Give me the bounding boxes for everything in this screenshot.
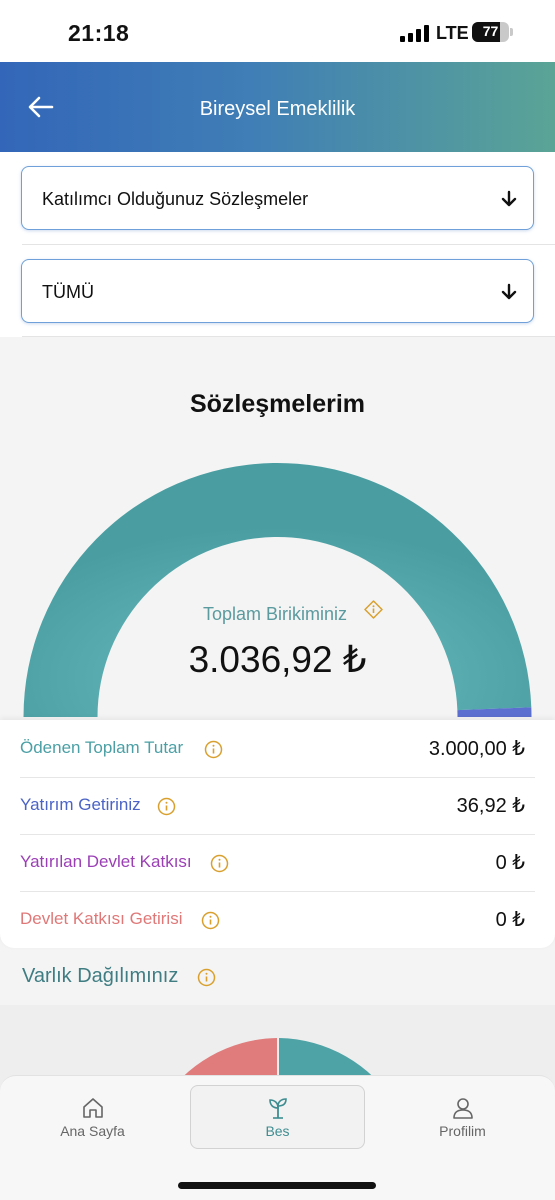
info-icon[interactable] xyxy=(201,911,220,930)
info-icon[interactable] xyxy=(210,854,229,873)
sprout-icon xyxy=(268,1098,287,1119)
battery-percent: 77 xyxy=(482,23,499,39)
filter-area: Katılımcı Olduğunuz Sözleşmeler TÜMÜ xyxy=(0,152,555,337)
nav-label-home: Ana Sayfa xyxy=(60,1123,125,1139)
home-indicator xyxy=(178,1182,376,1189)
section-title: Sözleşmelerim xyxy=(189,390,366,418)
scope-select[interactable]: TÜMÜ xyxy=(21,259,534,323)
nav-item-profile[interactable]: Profilim xyxy=(390,1076,535,1148)
user-icon xyxy=(452,1098,473,1119)
info-icon[interactable] xyxy=(157,797,176,816)
battery-tip xyxy=(510,28,513,36)
breakdown-row-paid: Ödenen Toplam Tutar 3.000,00 ₺ xyxy=(20,720,535,777)
contract-type-select[interactable]: Katılımcı Olduğunuz Sözleşmeler xyxy=(21,166,534,230)
page-title: Bireysel Emeklilik xyxy=(199,98,356,120)
paid-total-label: Ödenen Toplam Tutar xyxy=(20,738,184,757)
total-savings-label: Toplam Birikiminiz xyxy=(203,604,348,624)
info-icon[interactable] xyxy=(364,600,383,619)
nav-item-bes[interactable]: Bes xyxy=(205,1076,350,1148)
investment-return-value: 36,92 ₺ xyxy=(456,795,525,817)
arrow-down-icon xyxy=(501,283,517,300)
total-savings-value: 3.036,92 ₺ xyxy=(188,639,367,680)
breakdown-row-return: Yatırım Getiriniz 36,92 ₺ xyxy=(20,777,535,834)
app-header: Bireysel Emeklilik xyxy=(0,62,555,152)
nav-item-home[interactable]: Ana Sayfa xyxy=(20,1076,165,1148)
breakdown-card: Ödenen Toplam Tutar 3.000,00 ₺ Yatırım G… xyxy=(0,720,555,948)
breakdown-row-state-contribution: Yatırılan Devlet Katkısı 0 ₺ xyxy=(20,834,535,891)
contract-type-value: Katılımcı Olduğunuz Sözleşmeler xyxy=(42,189,309,209)
info-icon[interactable] xyxy=(204,740,223,759)
nav-label-profile: Profilim xyxy=(439,1123,486,1139)
breakdown-row-state-return: Devlet Katkısı Getirisi 0 ₺ xyxy=(20,891,535,948)
filter-divider xyxy=(22,244,555,245)
info-icon[interactable] xyxy=(197,968,216,987)
state-contribution-return-label: Devlet Katkısı Getirisi xyxy=(20,909,183,928)
signal-icon xyxy=(400,25,430,42)
state-contribution-label: Yatırılan Devlet Katkısı xyxy=(20,852,192,871)
nav-label-bes: Bes xyxy=(265,1123,290,1139)
paid-total-value: 3.000,00 ₺ xyxy=(428,738,525,760)
arrow-down-icon xyxy=(501,190,517,207)
status-time: 21:18 xyxy=(68,20,130,46)
status-bar: 21:18 LTE 77 xyxy=(0,0,555,62)
scope-value: TÜMÜ xyxy=(42,282,94,302)
battery-icon: 77 xyxy=(472,22,509,42)
filter-divider xyxy=(22,336,555,337)
investment-return-label: Yatırım Getiriniz xyxy=(20,795,141,814)
network-label: LTE xyxy=(436,23,469,43)
home-icon xyxy=(82,1098,103,1118)
asset-distribution-title: Varlık Dağılımınız xyxy=(22,965,179,987)
state-contribution-return-value: 0 ₺ xyxy=(495,909,525,931)
state-contribution-value: 0 ₺ xyxy=(495,852,525,874)
savings-gauge xyxy=(23,463,532,717)
